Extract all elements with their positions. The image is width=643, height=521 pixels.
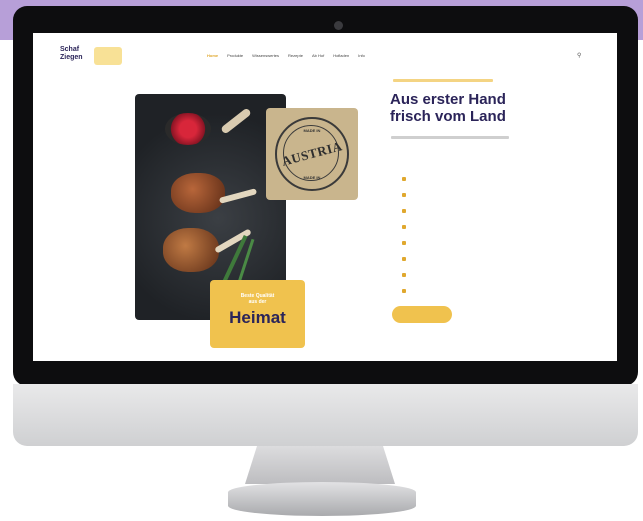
heimat-card-small-text: Beste Qualität aus der [240, 293, 275, 305]
feature-bullet-icon [402, 177, 406, 181]
heimat-card-big-text: Heimat [229, 308, 286, 327]
feature-bullet-icon [402, 273, 406, 277]
site-logo[interactable]: Schaf Ziegen [60, 46, 122, 68]
kicker-line [393, 79, 493, 82]
monitor-base [228, 482, 416, 516]
feature-bullet-icon [402, 193, 406, 197]
list-item [402, 283, 411, 299]
lamb-chop-image [163, 228, 219, 272]
page-headline: Aus erster Hand frisch vom Land [390, 91, 506, 125]
feature-bullet-icon [402, 289, 406, 293]
list-item [402, 171, 411, 187]
search-icon[interactable]: ⚲ [577, 52, 581, 59]
feature-bullet-icon [402, 257, 406, 261]
nav-item-wissenswertes[interactable]: Wissenswertes [252, 53, 279, 58]
nav-item-rezepte[interactable]: Rezepte [288, 53, 303, 58]
stamp-top-text: MADE IN [303, 128, 321, 133]
lamb-chop-image [171, 173, 225, 213]
website-screen: Schaf Ziegen Home Produkte Wissenswertes… [33, 33, 617, 361]
headline-line-2: frisch vom Land [390, 108, 506, 125]
feature-bullet-icon [402, 225, 406, 229]
heimat-card: Beste Qualität aus der Heimat [210, 280, 305, 348]
headline-line-1: Aus erster Hand [390, 91, 506, 108]
feature-bullet-icon [402, 241, 406, 245]
austria-stamp-seal: MADE IN AUSTRIA MADE IN [275, 117, 349, 191]
list-item [402, 187, 411, 203]
feature-bullet-icon [402, 209, 406, 213]
nav-item-home[interactable]: Home [207, 53, 218, 58]
nav-item-hofladen[interactable]: Hofladen [333, 53, 349, 58]
monitor-stand [245, 446, 395, 484]
camera-icon [334, 21, 343, 30]
nav-item-produkte[interactable]: Produkte [227, 53, 243, 58]
cta-button[interactable] [392, 306, 452, 323]
list-item [402, 203, 411, 219]
nav-item-info[interactable]: Info [358, 53, 365, 58]
logo-badge [94, 47, 122, 65]
list-item [402, 267, 411, 283]
monitor-chin [13, 384, 638, 446]
main-navigation: Home Produkte Wissenswertes Rezepte Ab H… [207, 53, 365, 58]
chili-bowl-image [165, 113, 211, 145]
nav-item-ab-hof[interactable]: Ab Hof [312, 53, 324, 58]
feature-list [402, 171, 411, 299]
stamp-bottom-text: MADE IN [303, 175, 321, 180]
subtext-line [391, 136, 509, 139]
list-item [402, 219, 411, 235]
list-item [402, 251, 411, 267]
list-item [402, 235, 411, 251]
